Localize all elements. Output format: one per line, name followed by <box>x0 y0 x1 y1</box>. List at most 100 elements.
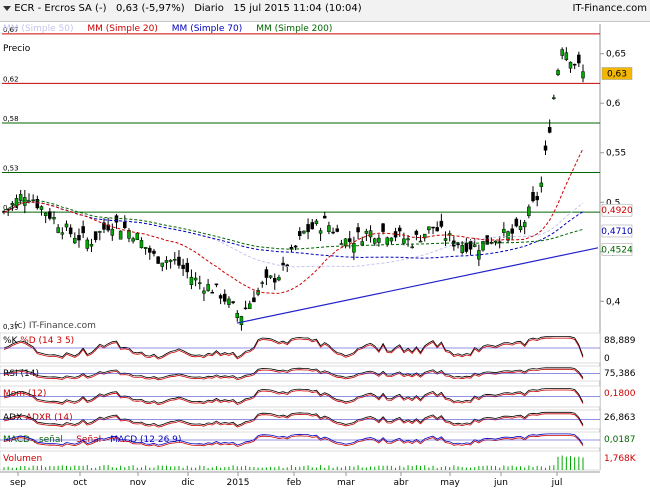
candle-body <box>85 239 90 249</box>
x-tick-label: 2015 <box>227 478 250 488</box>
legend-item: MM (Simple 20) <box>87 24 157 34</box>
candle-body <box>239 316 244 326</box>
candle-body <box>368 230 373 238</box>
candle-body <box>23 197 27 206</box>
subpanel-value: 1,768K <box>604 454 637 464</box>
candle-body <box>297 231 302 236</box>
subpanel-value: 75,386 <box>604 369 636 379</box>
candle-body <box>331 231 335 234</box>
candle-body <box>181 264 185 269</box>
candle-body <box>273 277 277 283</box>
candle-body <box>531 192 535 202</box>
stock-chart: (c) IT-Finance.com0,670,620,580,530,490,… <box>0 24 650 488</box>
candle-body <box>27 200 31 203</box>
candle-body <box>372 238 377 244</box>
candle-body <box>43 212 48 217</box>
candle-body <box>210 291 215 294</box>
candle-body <box>560 49 564 56</box>
candle-body <box>48 211 52 219</box>
candle-body <box>564 52 569 60</box>
price-tick-label: 0,6 <box>606 99 621 109</box>
candle-body <box>556 70 560 76</box>
candle-body <box>385 237 389 245</box>
candle-body <box>535 196 539 201</box>
candle-body <box>427 226 431 231</box>
candle-body <box>139 240 144 249</box>
candle-body <box>198 282 202 284</box>
candle-body <box>77 235 81 241</box>
candle-body <box>277 277 281 281</box>
candle-body <box>148 247 152 253</box>
candle-body <box>177 256 181 266</box>
candle-body <box>327 225 331 232</box>
candle-body <box>314 220 319 224</box>
x-tick-label: may <box>440 478 460 488</box>
candle-body <box>502 228 506 233</box>
candle-body <box>518 225 523 231</box>
candle-body <box>402 238 406 244</box>
candle-body <box>202 290 206 294</box>
candle-body <box>339 243 344 245</box>
candle-body <box>418 240 423 243</box>
candle-body <box>306 224 310 233</box>
price-badge-text: 0,4710 <box>601 227 633 237</box>
candle-body <box>206 284 210 291</box>
price-tick-label: 0,55 <box>606 149 626 159</box>
candle-body <box>356 227 360 233</box>
candle-body <box>335 228 339 232</box>
left-level-label: 0,58 <box>3 115 19 123</box>
candle-body <box>114 215 119 223</box>
candle-body <box>510 228 514 234</box>
candle-body <box>173 259 177 261</box>
subpanel-legend: %D (14 3 5) <box>20 336 74 346</box>
candle-body <box>18 194 23 201</box>
candle-body <box>364 230 369 234</box>
candle-body <box>514 218 519 227</box>
candle-body <box>310 222 314 230</box>
main-panel-label: Precio <box>3 44 31 54</box>
candle-body <box>468 240 473 250</box>
x-tick-label: mar <box>337 478 355 488</box>
x-tick-label: abr <box>394 478 409 488</box>
x-tick-label: feb <box>287 478 302 488</box>
candle-body <box>347 238 352 242</box>
candle-body <box>539 182 544 187</box>
candle-body <box>460 245 464 253</box>
candle-body <box>431 226 435 229</box>
subpanel-value: 0,1800 <box>604 389 636 399</box>
candle-body <box>293 245 298 248</box>
candle-body <box>248 303 252 309</box>
candle-body <box>264 269 269 278</box>
candle-body <box>218 295 223 299</box>
candle-body <box>252 297 256 303</box>
candle-body <box>123 221 127 229</box>
subpanel-legend: Volumen <box>3 454 42 464</box>
candle-body <box>552 97 556 99</box>
candle-body <box>60 232 65 235</box>
candle-body <box>260 282 265 284</box>
candle-body <box>389 237 394 242</box>
candle-body <box>185 262 190 273</box>
x-tick-label: oct <box>73 478 87 488</box>
legend-item: MM (Simple 50) <box>3 24 73 34</box>
candle-body <box>164 260 169 263</box>
left-level-label: 0,37 <box>3 323 19 331</box>
candle-body <box>268 275 273 278</box>
candle-body <box>168 259 173 262</box>
watermark-text: (c) IT-Finance.com <box>14 321 96 331</box>
x-tick-label: dic <box>181 478 194 488</box>
left-level-label: 0,62 <box>3 75 19 83</box>
candle-body <box>10 202 15 206</box>
candle-body <box>443 238 448 241</box>
candle-body <box>414 230 419 235</box>
candle-body <box>543 145 548 151</box>
candle-body <box>73 237 77 244</box>
candle-body <box>39 206 44 210</box>
candle-body <box>322 215 327 219</box>
candle-body <box>568 61 573 69</box>
x-tick-label: jul <box>551 478 563 488</box>
x-tick-label: sep <box>10 478 26 488</box>
candle-body <box>439 220 444 227</box>
candle-body <box>464 242 469 252</box>
left-level-label: 0,53 <box>3 165 19 173</box>
